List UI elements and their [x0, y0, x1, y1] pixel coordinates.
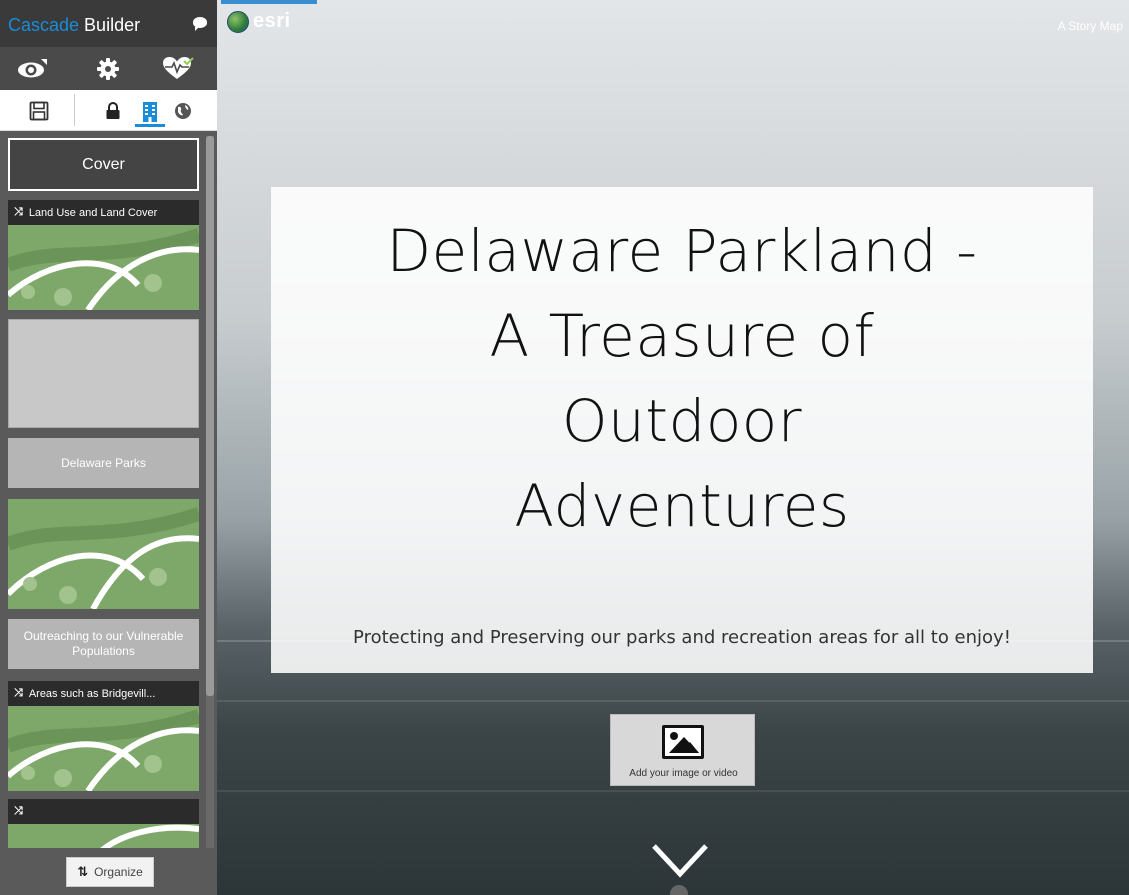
- wave-highlight: [217, 790, 1129, 792]
- story-title[interactable]: Delaware Parkland - A Treasure of Outdoo…: [271, 209, 1093, 549]
- toolbar-divider: [74, 94, 75, 126]
- section-outreaching[interactable]: Outreaching to our Vulnerable Population…: [8, 619, 199, 669]
- top-accent-bar: [221, 0, 317, 4]
- story-subtitle[interactable]: Protecting and Preserving our parks and …: [271, 627, 1093, 648]
- sort-icon: ⇅: [77, 864, 89, 879]
- sequence-header: ⤨ Areas such as Bridgevill...: [8, 681, 199, 706]
- building-icon[interactable]: [135, 99, 165, 127]
- section-blank[interactable]: [8, 319, 199, 428]
- shuffle-icon: ⤨: [14, 805, 23, 817]
- builder-title: Cascade Builder: [8, 15, 141, 35]
- section-areas[interactable]: ⤨ Areas such as Bridgevill...: [8, 681, 199, 791]
- section-cover[interactable]: Cover: [8, 138, 199, 191]
- section-map[interactable]: [8, 499, 199, 609]
- health-check-icon[interactable]: [162, 55, 194, 83]
- esri-globe-icon: [227, 10, 249, 33]
- map-thumbnail: [8, 499, 199, 609]
- add-media-button[interactable]: Add your image or video: [610, 714, 755, 786]
- organize-bar: ⇅ Organize: [0, 848, 217, 895]
- section-land-use[interactable]: ⤨ Land Use and Land Cover: [8, 200, 199, 310]
- shuffle-icon: ⤨: [14, 687, 23, 699]
- organize-button[interactable]: ⇅ Organize: [66, 857, 154, 887]
- builder-toolbar: [0, 47, 217, 90]
- story-map-link[interactable]: A Story Map: [1058, 19, 1123, 33]
- chevron-down-icon[interactable]: [650, 842, 710, 887]
- map-thumbnail: [8, 824, 199, 848]
- sequence-header: ⤨ Land Use and Land Cover: [8, 200, 199, 225]
- builder-sidebar: Cascade Builder Cover ⤨ Land Use and Lan…: [0, 0, 217, 895]
- map-thumbnail: [8, 706, 199, 791]
- shuffle-icon: ⤨: [14, 206, 23, 218]
- builder-tools-row: [0, 90, 217, 131]
- scrollbar-thumb[interactable]: [206, 136, 214, 696]
- gear-icon[interactable]: [92, 55, 124, 83]
- chat-icon[interactable]: [193, 17, 207, 31]
- save-icon[interactable]: [27, 99, 51, 123]
- section-delaware-parks[interactable]: Delaware Parks: [8, 438, 199, 488]
- sequence-header: ⤨: [8, 799, 199, 824]
- map-thumbnail: [8, 225, 199, 310]
- section-list-scrollbar[interactable]: [206, 136, 214, 848]
- globe-icon[interactable]: [171, 99, 195, 123]
- section-sequence-untitled[interactable]: ⤨: [8, 799, 199, 848]
- builder-header: Cascade Builder: [0, 0, 217, 47]
- story-preview: esri A Story Map Delaware Parkland - A T…: [217, 0, 1129, 895]
- preview-eye-icon[interactable]: [16, 55, 48, 83]
- section-list: Cover ⤨ Land Use and Land Cover Delaware…: [8, 136, 202, 848]
- cover-title-panel: Delaware Parkland - A Treasure of Outdoo…: [271, 187, 1093, 673]
- wave-highlight: [217, 700, 1129, 702]
- lock-icon[interactable]: [101, 99, 125, 123]
- esri-logo[interactable]: esri: [227, 10, 291, 33]
- image-icon: [662, 725, 704, 759]
